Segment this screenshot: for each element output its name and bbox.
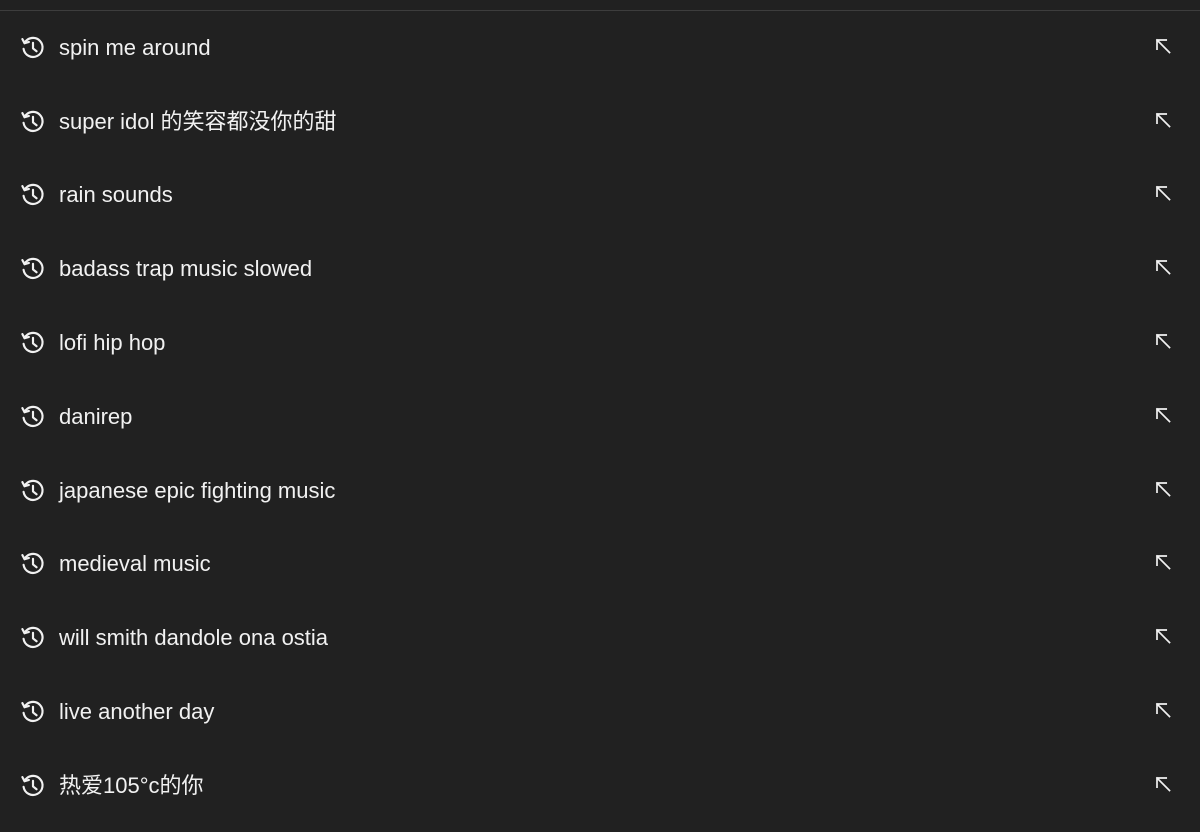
history-icon (21, 479, 44, 501)
arrow-up-left-icon (1155, 776, 1171, 792)
arrow-up-left-icon (1155, 38, 1171, 54)
arrow-up-left-icon (1155, 333, 1171, 349)
fill-query-button[interactable] (1148, 31, 1178, 61)
history-icon (21, 258, 44, 280)
fill-query-button[interactable] (1148, 326, 1178, 356)
search-history-item[interactable]: medieval music (0, 528, 1200, 602)
history-icon (21, 36, 44, 58)
search-history-item[interactable]: danirep (0, 380, 1200, 454)
search-history-item[interactable]: live another day (0, 675, 1200, 749)
search-history-item[interactable]: super idol 的笑容都没你的甜 (0, 85, 1200, 159)
search-history-query: 热爱105°c的你 (59, 772, 204, 798)
search-history-item[interactable]: 热爱105°c的你 (0, 749, 1200, 823)
history-icon (21, 110, 44, 132)
search-history-query: will smith dandole ona ostia (59, 625, 329, 651)
history-icon (21, 405, 44, 427)
history-icon (21, 627, 44, 649)
fill-query-button[interactable] (1148, 474, 1178, 504)
history-icon (21, 774, 44, 796)
search-history-list: spin me around super idol 的笑容都没你的甜 rain … (0, 11, 1200, 823)
search-history-item[interactable]: will smith dandole ona ostia (0, 601, 1200, 675)
arrow-up-left-icon (1155, 481, 1171, 497)
arrow-up-left-icon (1155, 260, 1171, 275)
arrow-up-left-icon (1155, 555, 1171, 571)
search-history-query: badass trap music slowed (59, 256, 313, 282)
fill-query-button[interactable] (1148, 178, 1178, 208)
history-icon (21, 553, 44, 575)
search-history-query: medieval music (59, 551, 211, 577)
history-icon (21, 184, 44, 206)
history-icon (21, 700, 44, 723)
fill-query-button[interactable] (1148, 621, 1178, 651)
search-history-query: rain sounds (59, 182, 173, 208)
search-history-query: super idol 的笑容都没你的甜 (59, 108, 337, 134)
search-history-item[interactable]: japanese epic fighting music (0, 454, 1200, 528)
search-history-item[interactable]: rain sounds (0, 159, 1200, 233)
history-icon (21, 331, 44, 354)
arrow-up-left-icon (1155, 186, 1171, 202)
search-history-item[interactable]: lofi hip hop (0, 306, 1200, 380)
search-history-item[interactable]: spin me around (0, 11, 1200, 85)
search-history-query: japanese epic fighting music (59, 477, 336, 503)
fill-query-button[interactable] (1148, 105, 1178, 135)
arrow-up-left-icon (1155, 407, 1171, 423)
arrow-up-left-icon (1155, 629, 1171, 644)
fill-query-button[interactable] (1148, 695, 1178, 725)
search-history-query: live another day (59, 699, 215, 725)
search-history-query: danirep (59, 403, 133, 429)
fill-query-button[interactable] (1148, 400, 1178, 430)
search-history-item[interactable]: badass trap music slowed (0, 232, 1200, 306)
fill-query-button[interactable] (1148, 252, 1178, 282)
search-history-query: spin me around (59, 34, 211, 60)
fill-query-button[interactable] (1148, 547, 1178, 577)
arrow-up-left-icon (1155, 702, 1171, 718)
fill-query-button[interactable] (1148, 769, 1178, 799)
arrow-up-left-icon (1155, 112, 1171, 128)
search-history-query: lofi hip hop (59, 330, 166, 356)
